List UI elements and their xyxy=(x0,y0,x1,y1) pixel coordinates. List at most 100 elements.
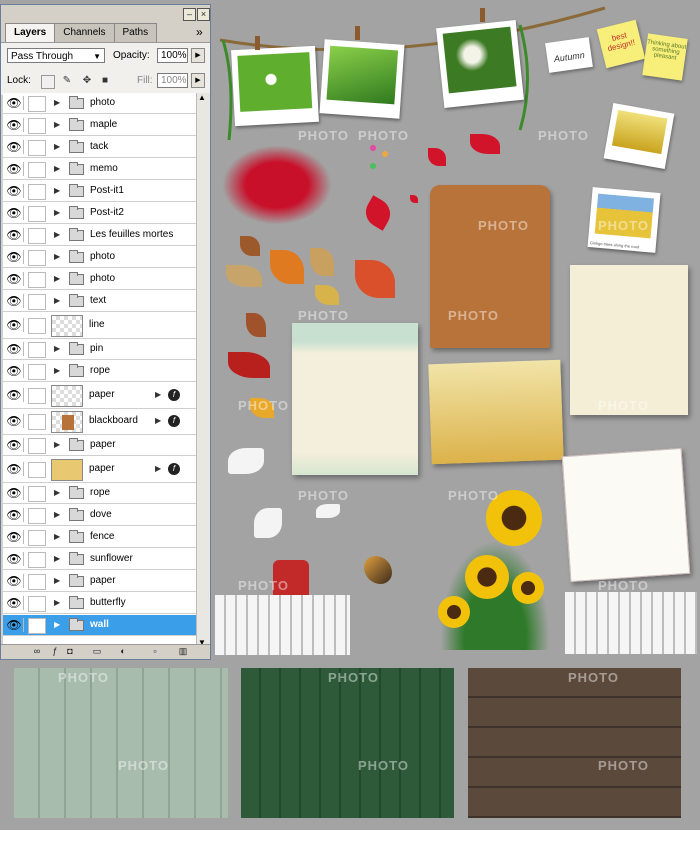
tab-layers[interactable]: Layers xyxy=(5,23,56,42)
layer-row[interactable]: 👁 ▶ fence xyxy=(3,527,196,548)
layer-link-box[interactable] xyxy=(28,206,46,222)
panel-menu-button[interactable]: » xyxy=(196,25,203,39)
expand-arrow-icon[interactable]: ▶ xyxy=(54,366,60,375)
expand-arrow-icon[interactable]: ▶ xyxy=(54,252,60,261)
fill-field[interactable]: 100% xyxy=(157,73,188,88)
expand-arrow-icon[interactable]: ▶ xyxy=(54,510,60,519)
layer-link-box[interactable] xyxy=(28,596,46,612)
visibility-eye-icon[interactable]: 👁 xyxy=(5,184,24,198)
layer-row[interactable]: 👁 ▶ dove xyxy=(3,505,196,526)
close-button[interactable]: × xyxy=(197,8,210,21)
lock-position-move-icon[interactable]: ✥ xyxy=(81,75,93,87)
tab-paths[interactable]: Paths xyxy=(113,23,158,42)
expand-arrow-icon[interactable]: ▶ xyxy=(54,620,60,629)
layer-mask-icon[interactable]: ◘ xyxy=(64,646,76,657)
lock-all-icon[interactable]: ■ xyxy=(99,75,111,87)
tab-channels[interactable]: Channels xyxy=(54,23,115,42)
visibility-eye-icon[interactable]: 👁 xyxy=(5,618,24,632)
expand-arrow-icon[interactable]: ▶ xyxy=(54,164,60,173)
layer-link-box[interactable] xyxy=(28,96,46,112)
expand-arrow-icon[interactable]: ▶ xyxy=(54,488,60,497)
fill-slider-button[interactable]: ▶ xyxy=(191,73,205,88)
layer-row[interactable]: 👁 ▶ wall xyxy=(3,615,196,636)
layer-link-box[interactable] xyxy=(28,486,46,502)
expand-arrow-icon[interactable]: ▶ xyxy=(54,208,60,217)
visibility-eye-icon[interactable]: 👁 xyxy=(5,272,24,286)
layer-link-box[interactable] xyxy=(28,508,46,524)
expand-arrow-icon[interactable]: ▶ xyxy=(54,230,60,239)
visibility-eye-icon[interactable]: 👁 xyxy=(5,250,24,264)
layer-link-box[interactable] xyxy=(28,118,46,134)
lock-transparent-icon[interactable] xyxy=(41,75,55,89)
visibility-eye-icon[interactable]: 👁 xyxy=(5,318,24,332)
layer-link-box[interactable] xyxy=(28,184,46,200)
trash-icon[interactable]: ▥ xyxy=(177,646,189,657)
adjustment-layer-icon[interactable]: ◐ xyxy=(117,646,129,657)
layer-effects-icon[interactable]: f xyxy=(168,389,180,401)
layer-list-scrollbar[interactable]: ▲ ▼ xyxy=(196,93,210,649)
visibility-eye-icon[interactable]: 👁 xyxy=(5,530,24,544)
layer-row[interactable]: 👁 ▶ memo xyxy=(3,159,196,180)
layer-link-box[interactable] xyxy=(28,318,46,334)
layer-row[interactable]: 👁 ▶ rope xyxy=(3,483,196,504)
expand-arrow-icon[interactable]: ▶ xyxy=(54,274,60,283)
layer-row[interactable]: 👁 ▶ photo xyxy=(3,93,196,114)
scroll-up-icon[interactable]: ▲ xyxy=(198,93,206,102)
layer-link-box[interactable] xyxy=(28,462,46,478)
layer-link-box[interactable] xyxy=(28,342,46,358)
layer-row[interactable]: 👁 ▶ butterfly xyxy=(3,593,196,614)
layer-row[interactable]: 👁 ▶ paper xyxy=(3,571,196,592)
visibility-eye-icon[interactable]: 👁 xyxy=(5,462,24,476)
layer-row[interactable]: 👁 paper ▶ f xyxy=(3,457,196,483)
layer-link-box[interactable] xyxy=(28,228,46,244)
visibility-eye-icon[interactable]: 👁 xyxy=(5,118,24,132)
visibility-eye-icon[interactable]: 👁 xyxy=(5,438,24,452)
layer-link-box[interactable] xyxy=(28,364,46,380)
layer-link-box[interactable] xyxy=(28,552,46,568)
panel-titlebar[interactable]: – × xyxy=(1,5,210,23)
layer-style-icon[interactable]: ƒ xyxy=(49,646,61,657)
layer-row[interactable]: 👁 ▶ Les feuilles mortes xyxy=(3,225,196,246)
layer-link-box[interactable] xyxy=(28,272,46,288)
expand-arrow-icon[interactable]: ▶ xyxy=(54,440,60,449)
layer-link-box[interactable] xyxy=(28,438,46,454)
expand-arrow-icon[interactable]: ▶ xyxy=(54,598,60,607)
layer-link-box[interactable] xyxy=(28,250,46,266)
expand-arrow-icon[interactable]: ▶ xyxy=(54,120,60,129)
visibility-eye-icon[interactable]: 👁 xyxy=(5,414,24,428)
visibility-eye-icon[interactable]: 👁 xyxy=(5,508,24,522)
layer-row[interactable]: 👁 ▶ Post-it2 xyxy=(3,203,196,224)
visibility-eye-icon[interactable]: 👁 xyxy=(5,96,24,110)
visibility-eye-icon[interactable]: 👁 xyxy=(5,574,24,588)
blend-mode-select[interactable]: Pass Through ▼ xyxy=(7,48,105,63)
layer-effects-icon[interactable]: f xyxy=(168,463,180,475)
layer-link-box[interactable] xyxy=(28,140,46,156)
layer-row[interactable]: 👁 paper ▶ f xyxy=(3,383,196,409)
expand-arrow-icon[interactable]: ▶ xyxy=(54,576,60,585)
visibility-eye-icon[interactable]: 👁 xyxy=(5,364,24,378)
visibility-eye-icon[interactable]: 👁 xyxy=(5,294,24,308)
layer-row[interactable]: 👁 ▶ pin xyxy=(3,339,196,360)
visibility-eye-icon[interactable]: 👁 xyxy=(5,552,24,566)
layer-row[interactable]: 👁 ▶ Post-it1 xyxy=(3,181,196,202)
layer-row[interactable]: 👁 line xyxy=(3,313,196,339)
visibility-eye-icon[interactable]: 👁 xyxy=(5,162,24,176)
layer-row[interactable]: 👁 ▶ tack xyxy=(3,137,196,158)
expand-arrow-icon[interactable]: ▶ xyxy=(54,532,60,541)
effects-expand-icon[interactable]: ▶ xyxy=(155,416,161,425)
effects-expand-icon[interactable]: ▶ xyxy=(155,464,161,473)
expand-arrow-icon[interactable]: ▶ xyxy=(54,142,60,151)
link-layers-icon[interactable]: ∞ xyxy=(31,646,43,657)
visibility-eye-icon[interactable]: 👁 xyxy=(5,486,24,500)
opacity-slider-button[interactable]: ▶ xyxy=(191,48,205,63)
new-layer-icon[interactable]: ▫ xyxy=(149,646,161,657)
layer-row[interactable]: 👁 ▶ photo xyxy=(3,247,196,268)
layer-row[interactable]: 👁 ▶ sunflower xyxy=(3,549,196,570)
new-group-icon[interactable]: ▭ xyxy=(91,646,103,657)
visibility-eye-icon[interactable]: 👁 xyxy=(5,596,24,610)
visibility-eye-icon[interactable]: 👁 xyxy=(5,228,24,242)
expand-arrow-icon[interactable]: ▶ xyxy=(54,344,60,353)
layer-row[interactable]: 👁 blackboard ▶ f xyxy=(3,409,196,435)
minimize-button[interactable]: – xyxy=(183,8,196,21)
layer-link-box[interactable] xyxy=(28,414,46,430)
